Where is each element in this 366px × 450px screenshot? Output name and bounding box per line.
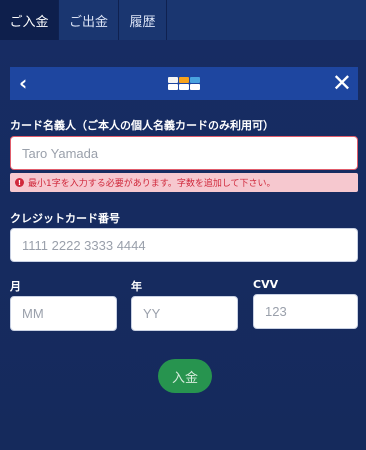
tab-deposit[interactable]: ご入金 [0,0,59,40]
cvv-input[interactable]: 123 [253,294,358,329]
back-icon[interactable]: ‹ [19,71,27,95]
tab-withdrawal[interactable]: ご出金 [59,0,119,40]
tab-history[interactable]: 履歴 [119,0,167,40]
close-icon[interactable]: ✕ [332,69,352,97]
deposit-submit-button[interactable]: 入金 [158,359,212,393]
cardholder-name-input[interactable]: Taro Yamada [10,136,358,170]
error-text: 最小1字を入力する必要があります。字数を追加して下さい。 [28,179,276,189]
card-brands-logo [164,77,204,90]
cardholder-name-label: カード名義人（ご本人の個人名義カードのみ利用可） [10,119,274,132]
card-form-header: ‹ ✕ [10,67,358,100]
year-label: 年 [131,280,142,293]
error-icon: ! [15,178,24,187]
month-label: 月 [10,280,21,293]
card-number-label: クレジットカード番号 [10,212,120,225]
card-brand-icon [179,84,189,90]
cvv-label: CVV [253,278,279,291]
name-error-message: ! 最小1字を入力する必要があります。字数を追加して下さい。 [10,173,358,192]
jcb-icon [168,84,178,90]
card-number-input[interactable]: 1111 2222 3333 4444 [10,228,358,262]
card-brand-icon [190,84,200,90]
card-brand-icon [168,77,178,83]
card-brand-icon [190,77,200,83]
month-input[interactable]: MM [10,296,117,331]
year-input[interactable]: YY [131,296,238,331]
mastercard-icon [179,77,189,83]
tab-bar: ご入金 ご出金 履歴 [0,0,366,40]
